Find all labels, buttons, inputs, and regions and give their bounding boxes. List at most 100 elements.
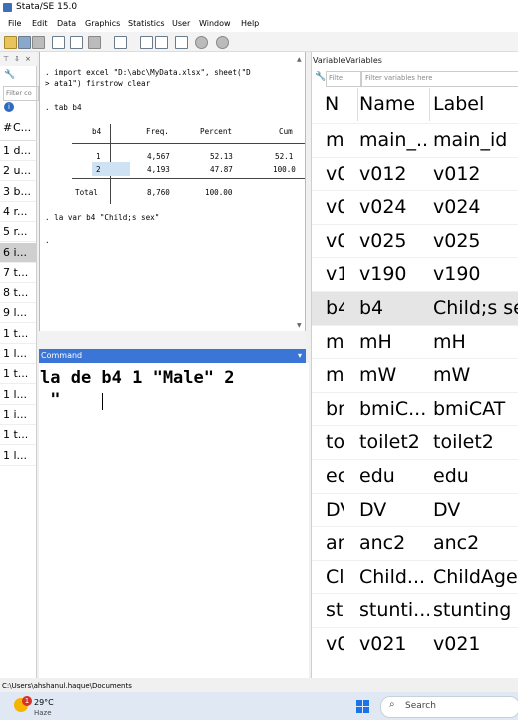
close-icon[interactable]: × — [25, 52, 31, 66]
table-row-percent: 52.13 — [210, 152, 233, 161]
open-icon[interactable] — [4, 36, 17, 49]
pin-icon[interactable]: ⊤ — [3, 52, 9, 66]
variable-row[interactable]: Cl Child... ChildAge — [312, 559, 518, 594]
history-col-command[interactable]: C... — [13, 116, 31, 140]
history-item[interactable]: 6 i... — [0, 242, 36, 263]
history-item[interactable]: 1 t... — [0, 364, 36, 385]
table-row-freq: 4,193 — [147, 165, 170, 174]
variable-row[interactable]: m main_... main_id — [312, 123, 518, 157]
history-item[interactable]: 5 r... — [0, 222, 36, 243]
history-item[interactable]: 7 t... — [0, 263, 36, 283]
variable-row[interactable]: m mH mH — [312, 324, 518, 359]
variable-row[interactable]: ec edu edu — [312, 459, 518, 493]
wrench-icon[interactable]: 🔧 — [315, 72, 326, 82]
history-item[interactable]: 1 l... — [0, 385, 36, 405]
variable-row[interactable]: b4 b4 Child;s sex — [312, 291, 518, 325]
print-icon[interactable] — [32, 36, 45, 49]
variable-row[interactable]: m mW mW — [312, 358, 518, 392]
variable-name: mW — [359, 364, 397, 387]
scroll-down-icon[interactable]: ▼ — [297, 322, 302, 329]
variable-name: stunti... — [359, 599, 429, 622]
history-item[interactable]: 1 l... — [0, 446, 36, 466]
menu-file[interactable]: File — [8, 15, 21, 32]
menu-edit[interactable]: Edit — [32, 15, 48, 32]
history-item[interactable]: 9 l... — [0, 303, 36, 324]
variable-n: ar — [326, 532, 344, 555]
menu-graphics[interactable]: Graphics — [85, 15, 120, 32]
wrench-icon[interactable]: 🔧 — [4, 70, 15, 80]
variable-row[interactable]: br bmiC... bmiCAT — [312, 391, 518, 426]
weather-condition[interactable]: Haze — [34, 709, 52, 717]
do-file-editor-icon[interactable] — [114, 36, 127, 49]
variable-row[interactable]: v0 v012 v012 — [312, 156, 518, 191]
taskbar-search-box[interactable]: ⌕ Search — [380, 696, 518, 718]
variable-name: edu — [359, 465, 395, 487]
variables-col-n[interactable]: N — [322, 88, 358, 121]
variable-name: b4 — [359, 297, 384, 319]
history-item[interactable]: 1 d... — [0, 141, 36, 161]
menu-window[interactable]: Window — [199, 15, 231, 32]
variable-row[interactable]: v0 v021 v021 — [312, 627, 518, 661]
search-placeholder: Search — [405, 701, 436, 711]
stata-app-icon — [3, 3, 12, 12]
history-item[interactable]: 2 u... — [0, 161, 36, 182]
variable-row[interactable]: v1 v190 v190 — [312, 257, 518, 291]
history-item[interactable]: 1 t... — [0, 425, 36, 446]
variables-col-name[interactable]: Name — [356, 88, 430, 121]
log-icon[interactable] — [52, 36, 65, 49]
history-item[interactable]: 1 i... — [0, 405, 36, 425]
history-item[interactable]: 8 t... — [0, 283, 36, 304]
history-item[interactable]: 4 r... — [0, 202, 36, 222]
variable-row[interactable]: v0 v024 v024 — [312, 190, 518, 224]
variable-label: anc2 — [433, 532, 480, 555]
command-input[interactable]: la de b4 1 "Male" 2 " — [39, 363, 309, 678]
variable-n: v0 — [326, 196, 344, 219]
variables-manager-icon[interactable] — [175, 36, 188, 49]
viewer-icon[interactable] — [70, 36, 83, 49]
more-icon[interactable] — [195, 36, 208, 49]
variable-label: ChildAge — [433, 565, 518, 588]
variable-row[interactable]: DV DV DV — [312, 492, 518, 527]
graph-icon[interactable] — [88, 36, 101, 49]
pushpin-icon[interactable]: ⇩ — [14, 52, 20, 66]
table-var-name: b4 — [92, 127, 102, 136]
variable-label: mW — [433, 364, 471, 387]
history-search-input[interactable]: Filter co — [3, 86, 39, 101]
menu-help[interactable]: Help — [241, 15, 259, 32]
menu-user[interactable]: User — [172, 15, 190, 32]
windows-taskbar: 1 29°C Haze ⌕ Search — [0, 692, 518, 720]
results-scrollbar[interactable]: ▲ ▼ — [297, 56, 305, 332]
variables-search-input[interactable]: Filte — [326, 71, 361, 87]
history-col-number[interactable]: # — [3, 116, 12, 140]
variable-name: v012 — [359, 162, 407, 185]
variable-name: v025 — [359, 229, 407, 252]
save-icon[interactable] — [18, 36, 31, 49]
variables-col-label[interactable]: Label — [430, 88, 518, 121]
menu-statistics[interactable]: Statistics — [128, 15, 165, 32]
history-panel: ⊤ ⇩ × 🔧 Filter co i # C... 1 d... 2 u... 3… — [0, 52, 39, 678]
variable-n: v0 — [326, 633, 344, 655]
variables-filter-input[interactable]: Filter variables here — [361, 71, 518, 87]
variable-row[interactable]: to toilet2 toilet2 — [312, 425, 518, 459]
data-editor-edit-icon[interactable] — [140, 36, 153, 49]
variables-panel-title: VariableVariables — [313, 56, 382, 65]
info-icon[interactable]: i — [4, 102, 14, 112]
text-cursor — [102, 393, 103, 410]
data-editor-browse-icon[interactable] — [155, 36, 168, 49]
history-item[interactable]: 1 t... — [0, 324, 36, 344]
history-item[interactable]: 1 l... — [0, 344, 36, 364]
weather-temp[interactable]: 29°C — [34, 698, 54, 707]
menu-data[interactable]: Data — [57, 15, 76, 32]
variable-row[interactable]: v0 v025 v025 — [312, 223, 518, 258]
table-row-freq: 4,567 — [147, 152, 170, 161]
break-icon[interactable] — [216, 36, 229, 49]
pin-icon[interactable]: ▾ — [298, 349, 302, 363]
history-item[interactable]: 3 b... — [0, 182, 36, 202]
variable-row[interactable]: st stunti... stunting — [312, 593, 518, 627]
variable-name: mH — [359, 330, 392, 353]
variable-label: mH — [433, 330, 466, 353]
windows-start-icon[interactable] — [356, 700, 370, 714]
variable-row[interactable]: ar anc2 anc2 — [312, 526, 518, 560]
scroll-up-icon[interactable]: ▲ — [297, 56, 302, 63]
variable-label: edu — [433, 465, 469, 487]
